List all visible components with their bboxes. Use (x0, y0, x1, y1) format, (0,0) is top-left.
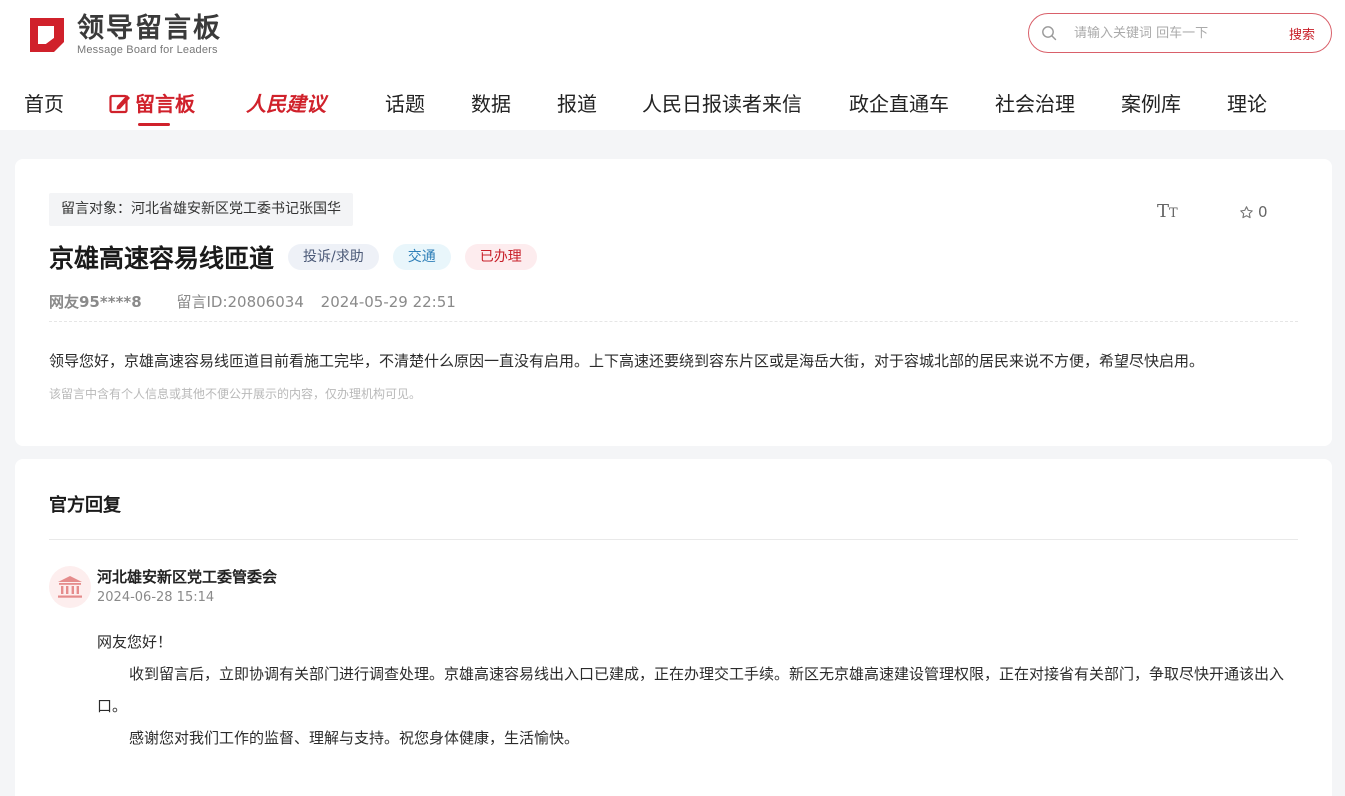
nav-message-board[interactable]: 留言板 (108, 88, 195, 117)
author-name: 网友95****8 (49, 293, 142, 311)
nav-readers-letters[interactable]: 人民日报读者来信 (642, 88, 802, 117)
top-header: 领导留言板 Message Board for Leaders 搜索 首页 留言… (0, 0, 1345, 130)
logo-title: 领导留言板 (77, 12, 222, 44)
avatar (49, 566, 91, 608)
divider (49, 539, 1298, 540)
pen-square-icon (109, 94, 130, 113)
nav-message-board-label: 留言板 (135, 92, 195, 116)
nav-home[interactable]: 首页 (24, 88, 64, 117)
reply-org-name: 河北雄安新区党工委管委会 (97, 568, 278, 586)
reply-paragraph: 收到留言后，立即协调有关部门进行调查处理。京雄高速容易线出入口已建成，正在办理交… (97, 665, 1285, 715)
logo-mark-icon (30, 18, 64, 52)
message-card: 留言对象：河北省雄安新区党工委书记张国华 TT 0 京雄高速容易线匝道 投诉/求… (15, 159, 1332, 446)
message-datetime: 2024-05-29 22:51 (320, 293, 456, 311)
reply-greeting: 网友您好！ (97, 633, 173, 651)
font-size-icon: TT (1157, 201, 1178, 222)
official-reply-card: 官方回复 河北雄安新区党工委管委会 2024-06-28 15:14 网友您好！… (15, 459, 1332, 796)
institution-icon (58, 576, 82, 598)
font-size-toggle[interactable]: TT (1157, 201, 1178, 222)
message-meta: 网友95****8 留言ID:20806034 2024-05-29 22:51 (49, 291, 456, 312)
search-icon (1042, 26, 1057, 41)
favorite-count: 0 (1258, 203, 1268, 221)
status-badge: 已办理 (464, 244, 537, 270)
message-title: 京雄高速容易线匝道 (49, 244, 275, 273)
reply-body: 网友您好！ 收到留言后，立即协调有关部门进行调查处理。京雄高速容易线出入口已建成… (97, 626, 1302, 754)
topic-badge[interactable]: 交通 (392, 244, 451, 270)
main-nav: 首页 留言板 人民建议 话题 数据 报道 人民日报读者来信 政企直通车 社会治理… (0, 80, 1345, 126)
nav-data[interactable]: 数据 (471, 88, 511, 117)
search-button[interactable]: 搜索 (1289, 24, 1315, 43)
nav-theory[interactable]: 理论 (1227, 88, 1267, 117)
privacy-note: 该留言中含有个人信息或其他不便公开展示的内容，仅办理机构可见。 (49, 387, 422, 401)
message-target: 留言对象：河北省雄安新区党工委书记张国华 (49, 193, 353, 226)
active-nav-indicator (138, 123, 170, 126)
reply-heading: 官方回复 (49, 495, 121, 516)
divider (49, 321, 1298, 322)
nav-case-library[interactable]: 案例库 (1121, 88, 1181, 117)
nav-social-governance[interactable]: 社会治理 (995, 88, 1075, 117)
search-box: 搜索 (1028, 13, 1332, 53)
site-logo[interactable]: 领导留言板 Message Board for Leaders (24, 12, 222, 58)
message-body: 领导您好，京雄高速容易线匝道目前看施工完毕，不清楚什么原因一直没有启用。上下高速… (49, 352, 1205, 370)
message-id: 留言ID:20806034 (176, 293, 304, 311)
title-row: 京雄高速容易线匝道 投诉/求助 交通 已办理 (49, 239, 537, 275)
category-badge[interactable]: 投诉/求助 (288, 244, 379, 270)
search-input[interactable] (1074, 25, 1274, 41)
nav-gov-business-express[interactable]: 政企直通车 (849, 88, 949, 117)
star-icon (1240, 205, 1253, 218)
nav-people-suggestion[interactable]: 人民建议 (246, 88, 326, 117)
nav-reports[interactable]: 报道 (557, 88, 597, 117)
reply-paragraph: 感谢您对我们工作的监督、理解与支持。祝您身体健康，生活愉快。 (129, 729, 580, 747)
favorite-button[interactable]: 0 (1239, 203, 1268, 221)
reply-datetime: 2024-06-28 15:14 (97, 590, 215, 605)
logo-subtitle: Message Board for Leaders (77, 43, 218, 56)
nav-topics[interactable]: 话题 (385, 88, 425, 117)
